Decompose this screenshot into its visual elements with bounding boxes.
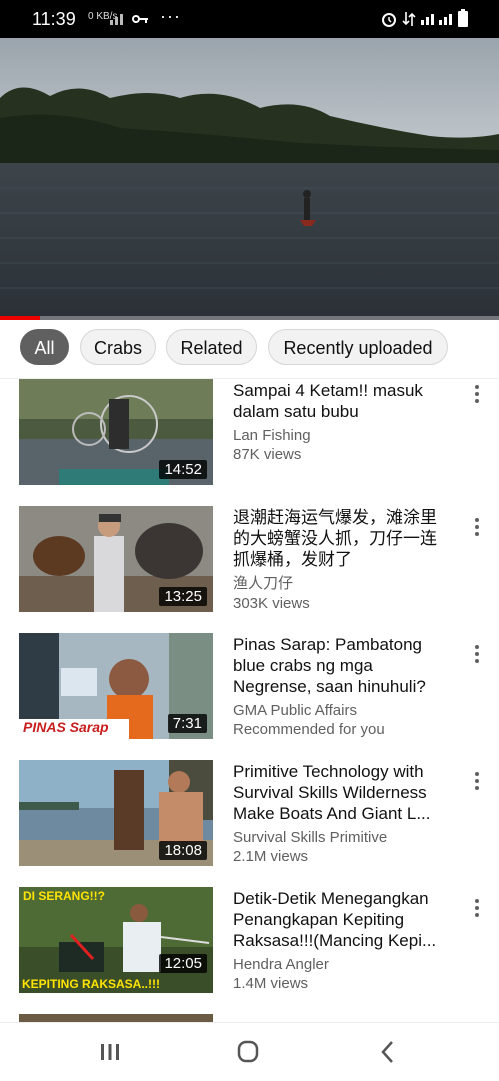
video-title[interactable]: Primitive Technology with Survival Skill… bbox=[233, 761, 451, 824]
more-notifications-icon: ··· bbox=[160, 6, 181, 26]
view-count: 2.1M views bbox=[233, 848, 309, 865]
view-count: 303K views bbox=[233, 595, 310, 612]
video-thumbnail[interactable]: DI SERANG!!? KEPITING RAKSASA..!!! 12:05 bbox=[19, 887, 213, 993]
duration-badge: 13:25 bbox=[159, 587, 207, 606]
key-icon bbox=[132, 15, 148, 23]
view-count: 1.4M views bbox=[233, 975, 309, 992]
status-bar: 11:39 0 KB/s ··· bbox=[0, 0, 499, 38]
thumbnail-caption-bottom: KEPITING RAKSASA..!!! bbox=[22, 977, 160, 991]
more-options-icon[interactable] bbox=[470, 770, 484, 790]
view-count: 87K views bbox=[233, 446, 302, 463]
channel-name: Hendra Angler bbox=[233, 956, 329, 973]
video-thumbnail[interactable]: PINAS Sarap 7:31 bbox=[19, 633, 213, 739]
video-title[interactable]: 退潮赶海运气爆发，滩涂里的大螃蟹没人抓，刀仔一连抓爆桶，发财了 bbox=[233, 507, 451, 570]
thumbnail-logo-text: PINAS Sarap bbox=[23, 719, 109, 735]
channel-name: GMA Public Affairs bbox=[233, 702, 357, 719]
channel-name: Survival Skills Primitive bbox=[233, 829, 388, 846]
video-title[interactable]: Detik-Detik Menegangkan Penangkapan Kepi… bbox=[233, 888, 451, 951]
video-item[interactable]: PINAS Sarap 7:31 Pinas Sarap: Pambatong … bbox=[0, 633, 499, 741]
video-title[interactable]: Pinas Sarap: Pambatong blue crabs ng mga… bbox=[233, 634, 451, 697]
video-title[interactable]: Sampai 4 Ketam!! masuk dalam satu bubu bbox=[233, 380, 451, 422]
duration-badge: 18:08 bbox=[159, 841, 207, 860]
more-options-icon[interactable] bbox=[470, 643, 484, 663]
more-options-icon[interactable] bbox=[470, 516, 484, 536]
back-icon[interactable] bbox=[368, 1035, 408, 1069]
channel-name: 渔人刀仔 bbox=[233, 575, 294, 592]
duration-badge: 7:31 bbox=[167, 714, 207, 733]
video-item-partial[interactable] bbox=[0, 1014, 499, 1022]
system-nav-bar bbox=[0, 1022, 499, 1081]
recommendation-note: Recommended for you bbox=[233, 721, 385, 738]
chip-all[interactable]: All bbox=[20, 329, 69, 365]
chip-related[interactable]: Related bbox=[166, 329, 257, 365]
video-list: 14:52 Sampai 4 Ketam!! masuk dalam satu … bbox=[0, 379, 499, 1022]
video-item[interactable]: DI SERANG!!? KEPITING RAKSASA..!!! 12:05… bbox=[0, 887, 499, 995]
cell-signal-icon bbox=[421, 14, 452, 25]
status-time: 11:39 bbox=[32, 9, 76, 29]
data-icon bbox=[402, 12, 416, 26]
video-frame bbox=[0, 38, 499, 320]
video-player[interactable] bbox=[0, 38, 499, 320]
more-options-icon[interactable] bbox=[470, 383, 484, 403]
signal-icon bbox=[110, 14, 123, 25]
video-item[interactable]: 14:52 Sampai 4 Ketam!! masuk dalam satu … bbox=[0, 379, 499, 487]
video-thumbnail[interactable]: 14:52 bbox=[19, 379, 213, 485]
video-item[interactable]: 13:25 退潮赶海运气爆发，滩涂里的大螃蟹没人抓，刀仔一连抓爆桶，发财了 渔人… bbox=[0, 506, 499, 614]
filter-chips: All Crabs Related Recently uploaded bbox=[0, 320, 499, 379]
video-thumbnail[interactable] bbox=[19, 1014, 213, 1022]
alarm-icon bbox=[382, 13, 396, 27]
chip-recently-uploaded[interactable]: Recently uploaded bbox=[268, 329, 448, 365]
more-options-icon[interactable] bbox=[470, 897, 484, 917]
home-icon[interactable] bbox=[228, 1035, 268, 1069]
duration-badge: 12:05 bbox=[159, 954, 207, 973]
recent-apps-icon[interactable] bbox=[90, 1035, 130, 1069]
duration-badge: 14:52 bbox=[159, 460, 207, 479]
channel-name: Lan Fishing bbox=[233, 427, 311, 444]
video-item[interactable]: 18:08 Primitive Technology with Survival… bbox=[0, 760, 499, 868]
battery-icon bbox=[458, 9, 468, 27]
video-thumbnail[interactable]: 13:25 bbox=[19, 506, 213, 612]
thumbnail-caption-top: DI SERANG!!? bbox=[23, 889, 105, 903]
chip-crabs[interactable]: Crabs bbox=[80, 329, 156, 365]
video-thumbnail[interactable]: 18:08 bbox=[19, 760, 213, 866]
